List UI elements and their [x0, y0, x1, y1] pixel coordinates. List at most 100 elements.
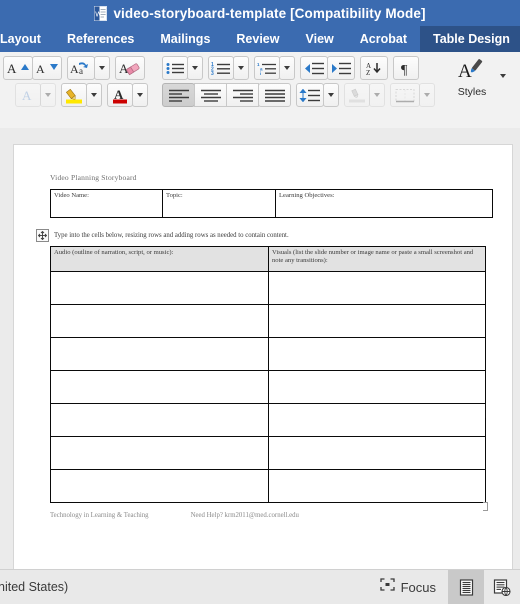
cell-audio[interactable] [50, 370, 269, 404]
clear-formatting-button[interactable]: A [115, 56, 145, 80]
sort-button[interactable]: A Z [360, 56, 388, 80]
cell-audio[interactable] [50, 337, 269, 371]
decrease-indent-button[interactable] [300, 56, 328, 80]
svg-text:Z: Z [366, 69, 370, 76]
font-color-dropdown-arrow[interactable] [132, 83, 148, 107]
web-layout-view-button[interactable] [484, 570, 520, 604]
change-case-dropdown-arrow[interactable] [94, 56, 110, 80]
multilevel-list-dropdown-arrow[interactable] [279, 56, 295, 80]
align-right-button[interactable] [226, 83, 259, 107]
justify-button[interactable] [258, 83, 291, 107]
shading-button[interactable] [344, 83, 370, 107]
cell-visuals[interactable] [268, 469, 486, 503]
styles-group: A Styles ¶ Styles [449, 52, 520, 109]
numbering-button[interactable]: 123 [208, 56, 234, 80]
grow-font-button[interactable]: A [3, 56, 33, 80]
page-content: Video Planning Storyboard Video Name: To… [36, 173, 493, 519]
svg-text:W: W [96, 11, 103, 18]
table-row [50, 337, 486, 371]
chevron-down-icon [328, 93, 334, 97]
tab-table-design[interactable]: Table Design [420, 26, 520, 52]
table-row [50, 271, 486, 305]
cell-visuals[interactable] [268, 304, 486, 338]
footer-left-text: Technology in Learning & Teaching [50, 512, 149, 519]
cell-video-name[interactable]: Video Name: [50, 189, 163, 218]
canvas-top-strip [0, 124, 520, 128]
cell-visuals[interactable] [268, 337, 486, 371]
tab-acrobat[interactable]: Acrobat [347, 26, 420, 52]
font-group-row-1: A A A a A [3, 56, 148, 80]
styles-button[interactable]: A Styles [449, 56, 495, 98]
styles-dropdown-arrow[interactable] [495, 64, 511, 88]
table-row [50, 370, 486, 404]
line-spacing-button[interactable] [296, 83, 324, 107]
cell-audio[interactable] [50, 271, 269, 305]
font-color-button[interactable]: A [107, 83, 133, 107]
ribbon-toolbar: A A A a A A A 1 2 3 1 a i A Z ¶ A Styles [0, 52, 520, 125]
svg-text:A: A [36, 62, 45, 75]
svg-text:a: a [79, 66, 83, 76]
font-group: A A A a A A A [3, 52, 148, 107]
tab-review[interactable]: Review [223, 26, 292, 52]
shrink-font-button[interactable]: A [32, 56, 62, 80]
cell-audio[interactable] [50, 436, 269, 470]
title-bar: W video-storyboard-template [Compatibili… [0, 0, 520, 26]
text-effects-button[interactable]: A [15, 83, 41, 107]
borders-button[interactable] [390, 83, 420, 107]
tab-mailings[interactable]: Mailings [147, 26, 223, 52]
show-formatting-marks-button[interactable]: ¶ [393, 56, 419, 80]
ribbon-tab-bar: Layout References Mailings Review View A… [0, 26, 520, 52]
cell-visuals[interactable] [268, 436, 486, 470]
numbering-dropdown-arrow[interactable] [233, 56, 249, 80]
cell-audio[interactable] [50, 403, 269, 437]
document-canvas[interactable]: Video Planning Storyboard Video Name: To… [0, 124, 520, 570]
superscript-button[interactable]: 2 [0, 83, 11, 107]
table-row [50, 469, 486, 503]
cell-topic[interactable]: Topic: [162, 189, 276, 218]
shading-dropdown-arrow[interactable] [369, 83, 385, 107]
change-case-button[interactable]: A a [67, 56, 95, 80]
borders-dropdown-arrow[interactable] [419, 83, 435, 107]
tab-view[interactable]: View [293, 26, 347, 52]
bullets-button[interactable] [162, 56, 188, 80]
title-wrap: W video-storyboard-template [Compatibili… [94, 5, 425, 21]
svg-text:A: A [7, 61, 17, 75]
document-page[interactable]: Video Planning Storyboard Video Name: To… [14, 145, 512, 570]
status-bar: nited States) Focus [0, 569, 520, 604]
styles-label: Styles [457, 86, 487, 98]
table-row: Video Name: Topic: Learning Objectives: [50, 189, 493, 218]
column-header-visuals[interactable]: Visuals (list the slide number or image … [268, 246, 486, 272]
paragraph-group-row-2 [162, 83, 435, 107]
table-resize-handle-icon[interactable] [483, 502, 488, 511]
line-spacing-dropdown-arrow[interactable] [323, 83, 339, 107]
column-header-audio[interactable]: Audio (outline of narration, script, or … [50, 246, 269, 272]
chevron-down-icon [137, 93, 143, 97]
highlight-color-button[interactable] [61, 83, 87, 107]
tab-layout[interactable]: Layout [0, 26, 54, 52]
cell-audio[interactable] [50, 304, 269, 338]
align-center-button[interactable] [194, 83, 227, 107]
language-status[interactable]: nited States) [0, 580, 68, 594]
chevron-down-icon [500, 74, 506, 78]
instruction-text: Type into the cells below, resizing rows… [54, 232, 289, 239]
table-move-handle-icon[interactable] [36, 229, 49, 242]
bullets-dropdown-arrow[interactable] [187, 56, 203, 80]
cell-audio[interactable] [50, 469, 269, 503]
cell-visuals[interactable] [268, 403, 486, 437]
header-info-table[interactable]: Video Name: Topic: Learning Objectives: [50, 189, 493, 218]
increase-indent-button[interactable] [327, 56, 355, 80]
cell-visuals[interactable] [268, 271, 486, 305]
align-left-button[interactable] [162, 83, 195, 107]
svg-text:A: A [70, 62, 79, 76]
cell-visuals[interactable] [268, 370, 486, 404]
print-layout-view-button[interactable] [448, 570, 484, 604]
focus-button[interactable]: Focus [368, 570, 448, 604]
styles-pane-button[interactable]: ¶ Styles Pane [512, 56, 520, 109]
text-effects-dropdown-arrow[interactable] [40, 83, 56, 107]
cell-learning-objectives[interactable]: Learning Objectives: [275, 189, 493, 218]
table-row [50, 436, 486, 470]
multilevel-list-button[interactable]: 1ai [254, 56, 280, 80]
storyboard-table[interactable]: Audio (outline of narration, script, or … [50, 246, 486, 503]
highlight-color-dropdown-arrow[interactable] [86, 83, 102, 107]
tab-references[interactable]: References [54, 26, 147, 52]
